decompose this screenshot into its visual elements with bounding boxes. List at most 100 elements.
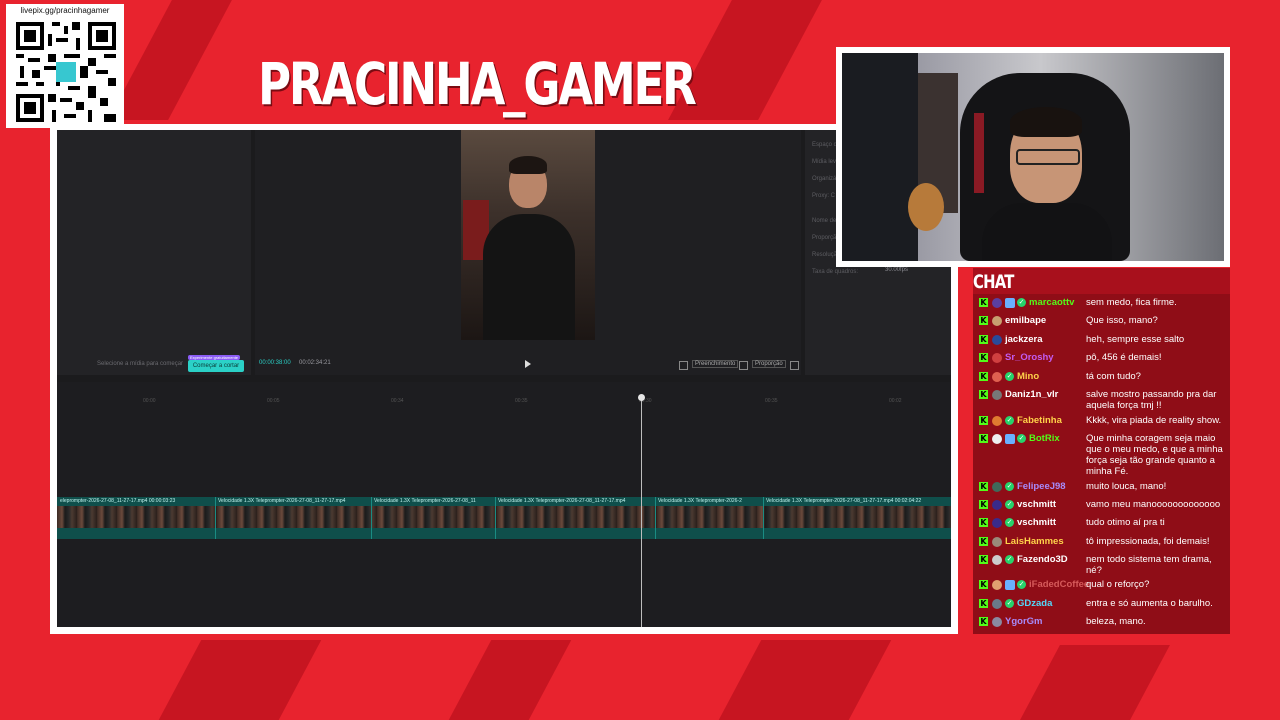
chat-text: salve mostro passando pra dar aquela for… xyxy=(1086,389,1217,411)
chat-username[interactable]: BotRix xyxy=(1029,433,1060,444)
kick-icon: K xyxy=(979,537,988,546)
kick-icon: K xyxy=(979,335,988,344)
kick-icon: K xyxy=(979,518,988,527)
badge-icon xyxy=(1005,434,1015,444)
screen-capture-frame: Espaço d Mídia lev Organizá Proxy: C Nom… xyxy=(50,124,958,634)
background-stripe xyxy=(718,640,892,720)
chat-text: pô, 456 é demais! xyxy=(1086,352,1162,363)
chat-text: tá com tudo? xyxy=(1086,371,1141,382)
chat-username[interactable]: Daniz1n_vlr xyxy=(1005,389,1058,400)
total-timecode: 00:02:34:21 xyxy=(299,360,331,366)
badge-icon xyxy=(1005,298,1015,308)
user-avatar xyxy=(992,316,1002,326)
fill-button[interactable]: Preenchimento xyxy=(692,360,739,368)
webcam-feed xyxy=(842,53,1224,261)
chat-text: Que isso, mano? xyxy=(1086,315,1158,326)
user-avatar xyxy=(992,298,1002,308)
chat-username[interactable]: Fabetinha xyxy=(1017,415,1062,426)
presenter-hair xyxy=(509,156,547,174)
kick-icon: K xyxy=(979,500,988,509)
crop-icon[interactable] xyxy=(679,361,688,370)
dark-wall-panel xyxy=(842,53,918,261)
clip-label: Velocidade 1.3X Teleprompter-2026-27-08_… xyxy=(498,498,626,504)
chat-title: CHAT xyxy=(973,271,1014,293)
user-avatar xyxy=(992,580,1002,590)
property-label: Taxa de quadros: xyxy=(812,269,859,275)
video-track[interactable]: eleprompter-2026-27-08_11-27-17.mp4 00:0… xyxy=(57,497,951,539)
chat-text: vamo meu manooooooooooooo xyxy=(1086,499,1221,510)
streamer-hair xyxy=(1010,107,1082,137)
user-avatar xyxy=(992,599,1002,609)
fit-icon[interactable] xyxy=(739,361,748,370)
background-stripe xyxy=(448,640,572,720)
chat-text: tudo otimo aí pra ti xyxy=(1086,517,1165,528)
kick-icon: K xyxy=(979,617,988,626)
kick-icon: K xyxy=(979,434,988,443)
timeline-clip[interactable]: Velocidade 1.3X Teleprompter-2026-27-08_… xyxy=(763,497,951,539)
chat-username[interactable]: Mino xyxy=(1017,371,1039,382)
playhead-handle[interactable] xyxy=(638,394,645,401)
frame-rate-value: 30.00fps xyxy=(885,267,909,273)
chat-username[interactable]: GDzada xyxy=(1017,598,1052,609)
user-avatar xyxy=(992,372,1002,382)
start-cut-button[interactable]: Começar a cortar xyxy=(188,360,244,372)
verified-icon: ✓ xyxy=(1017,298,1026,307)
guitar xyxy=(908,183,944,231)
ruler-tick: 00:34 xyxy=(391,398,404,404)
clip-label: eleprompter-2026-27-08_11-27-17.mp4 00:0… xyxy=(60,498,176,504)
chat-username[interactable]: YgorGm xyxy=(1005,616,1042,627)
kick-icon: K xyxy=(979,353,988,362)
select-media-hint: Selecione a mídia para começar xyxy=(97,361,184,367)
verified-icon: ✓ xyxy=(1017,580,1026,589)
chat-text: tô impressionada, foi demais! xyxy=(1086,536,1210,547)
background-stripe xyxy=(158,640,322,720)
background-stripe xyxy=(1020,645,1170,720)
timeline-clip[interactable]: eleprompter-2026-27-08_11-27-17.mp4 00:0… xyxy=(57,497,216,539)
chat-text: qual o reforço? xyxy=(1086,579,1150,590)
verified-icon: ✓ xyxy=(1005,555,1014,564)
verified-icon: ✓ xyxy=(1017,434,1026,443)
property-label: Mídia lev xyxy=(812,159,837,165)
timeline-clip[interactable]: Velocidade 1.3X Teleprompter-2026-27-08_… xyxy=(215,497,372,539)
chat-username[interactable]: vschmitt xyxy=(1017,517,1056,528)
user-avatar xyxy=(992,434,1002,444)
kick-icon: K xyxy=(979,555,988,564)
chat-username[interactable]: Fazendo3D xyxy=(1017,554,1068,565)
timeline-clip[interactable]: Velocidade 1.3X Teleprompter-2026-27-08_… xyxy=(495,497,656,539)
timeline-clip[interactable]: Velocidade 1.3X Teleprompter-2026-27-08_… xyxy=(371,497,496,539)
verified-icon: ✓ xyxy=(1005,416,1014,425)
user-avatar xyxy=(992,390,1002,400)
chat-messages: K ✓ marcaottv sem medo, fica firme. Kemilbap… xyxy=(973,294,1230,634)
user-avatar xyxy=(992,416,1002,426)
webcam-frame xyxy=(836,47,1230,267)
chat-text: sem medo, fica firme. xyxy=(1086,297,1177,308)
kick-icon: K xyxy=(979,372,988,381)
kick-icon: K xyxy=(979,316,988,325)
kick-icon: K xyxy=(979,416,988,425)
chat-username[interactable]: FelipeeJ98 xyxy=(1017,481,1066,492)
chat-username[interactable]: iFadedCoffee xyxy=(1029,579,1089,590)
chat-username[interactable]: LaisHammes xyxy=(1005,536,1064,547)
aspect-ratio-button[interactable]: Proporção xyxy=(752,360,786,368)
playhead[interactable] xyxy=(641,398,642,627)
verified-icon: ✓ xyxy=(1005,599,1014,608)
chat-text: heh, sempre esse salto xyxy=(1086,334,1185,345)
preview-video-frame xyxy=(461,130,595,340)
timeline-clip[interactable]: Velocidade 1.3X Teleprompter-2026-2 xyxy=(655,497,764,539)
user-avatar xyxy=(992,537,1002,547)
chat-username[interactable]: Sr_Oroshy xyxy=(1005,352,1054,363)
verified-icon: ✓ xyxy=(1005,518,1014,527)
fullscreen-icon[interactable] xyxy=(790,361,799,370)
ruler-tick: 00:05 xyxy=(267,398,280,404)
livepix-qr-panel: livepix.gg/pracinhagamer xyxy=(6,4,124,128)
chat-username[interactable]: emilbape xyxy=(1005,315,1046,326)
chat-username[interactable]: jackzera xyxy=(1005,334,1043,345)
chat-username[interactable]: marcaottv xyxy=(1029,297,1074,308)
chair-red-accent xyxy=(974,113,984,193)
user-avatar xyxy=(992,518,1002,528)
current-timecode: 00:00:38:00 xyxy=(259,360,291,366)
clip-label: Velocidade 1.3X Teleprompter-2026-27-08_… xyxy=(766,498,922,504)
play-icon[interactable] xyxy=(525,360,531,368)
property-label: Nome de xyxy=(812,218,837,224)
chat-username[interactable]: vschmitt xyxy=(1017,499,1056,510)
